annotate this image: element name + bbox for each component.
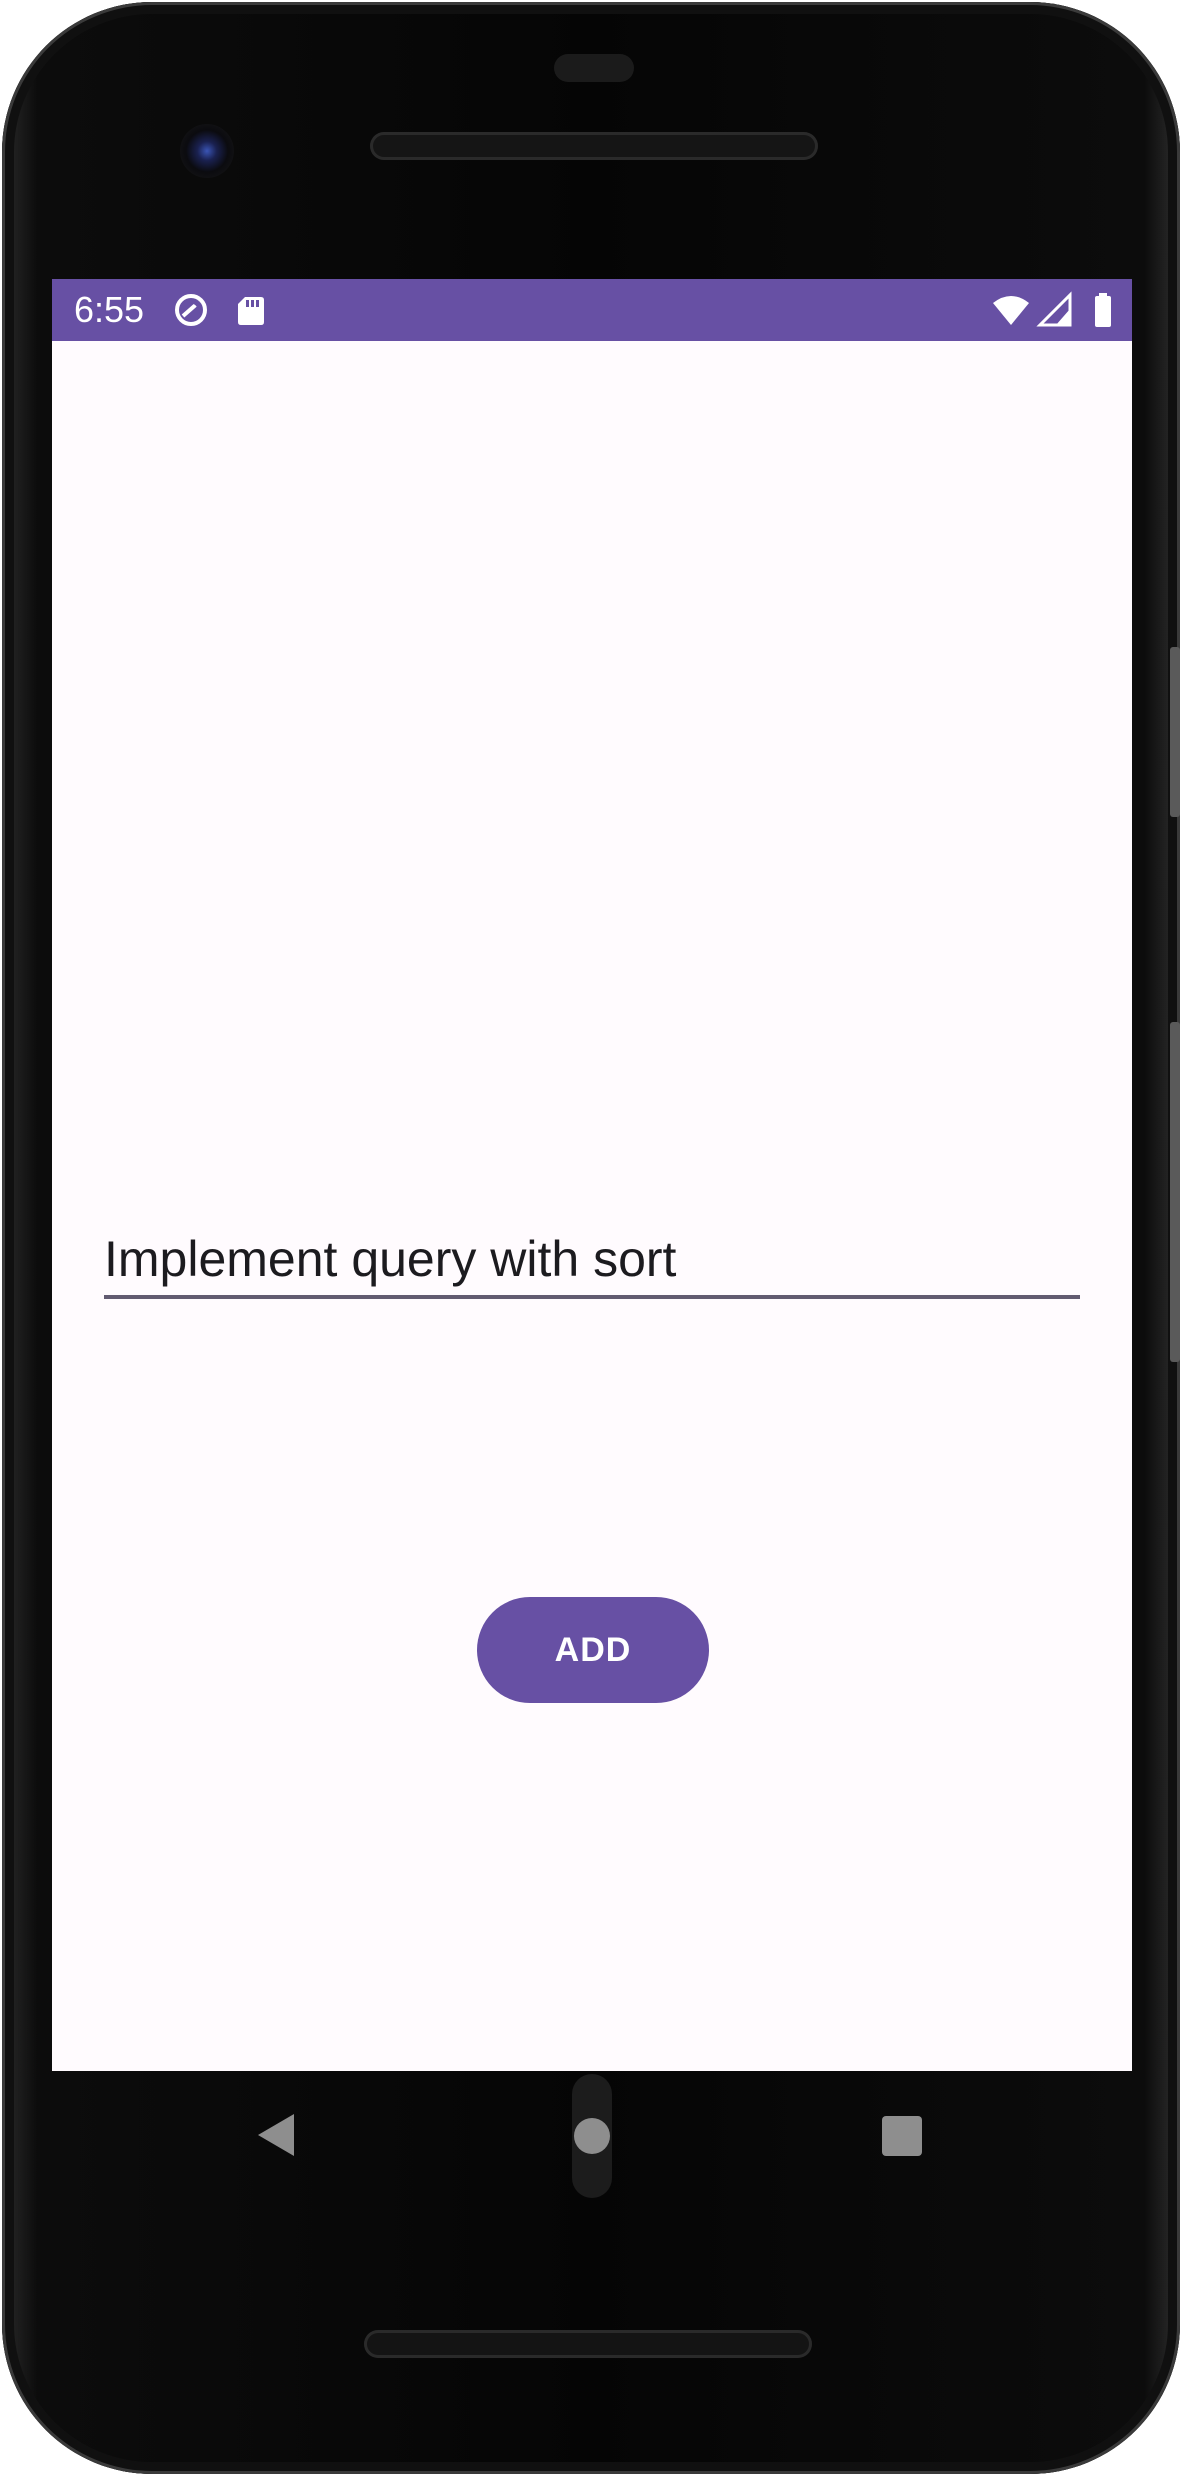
battery-icon: [1095, 293, 1111, 327]
volume-button: [1170, 647, 1180, 817]
status-time: 6:55: [74, 289, 145, 330]
status-bar: 6:55: [52, 279, 1132, 341]
recents-icon[interactable]: [882, 2116, 922, 2156]
add-button-label: ADD: [554, 1630, 632, 1669]
sync-icon: [175, 294, 207, 326]
bottom-speaker-grille: [364, 2330, 812, 2358]
add-button[interactable]: ADD: [477, 1597, 709, 1703]
power-button: [1170, 1022, 1180, 1362]
wifi-icon: [993, 296, 1029, 325]
home-icon[interactable]: [574, 2118, 610, 2154]
task-text-field[interactable]: Implement query with sort: [104, 1225, 1080, 1299]
app-content: Implement query with sort ADD: [52, 341, 1132, 2071]
cell-signal-icon: [1036, 291, 1072, 327]
back-icon[interactable]: [256, 2112, 296, 2158]
device-screen: 6:55 Implement query with sort ADD: [52, 279, 1132, 2071]
top-speaker-grille: [370, 132, 818, 160]
sd-card-icon: [238, 297, 264, 325]
front-camera-icon: [180, 124, 234, 178]
earpiece: [554, 54, 634, 82]
